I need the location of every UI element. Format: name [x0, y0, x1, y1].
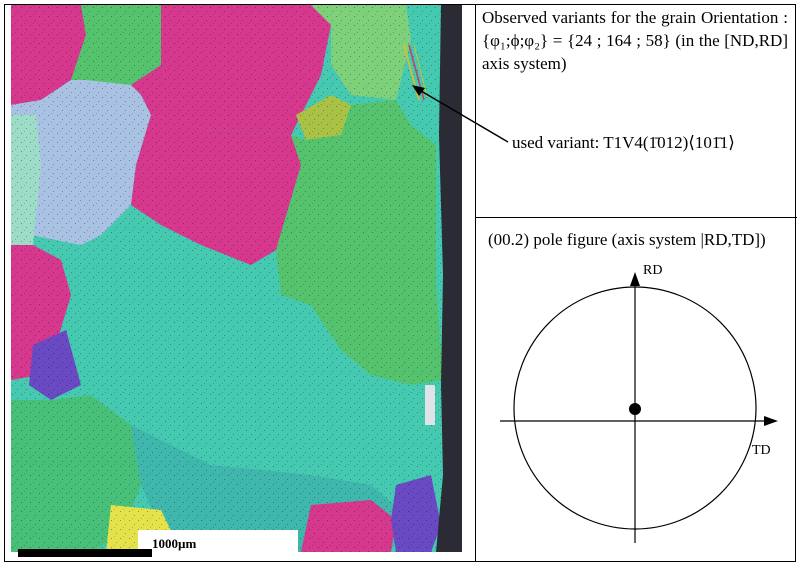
td-axis-label: TD: [752, 443, 771, 458]
observed-variants-text: Observed variants for the grain Orientat…: [482, 8, 788, 73]
used-variant-text: used variant: T1V4(1̄012)⟨101̄1⟩: [512, 133, 735, 152]
pole-figure: RD TD: [500, 263, 778, 543]
row-divider: [475, 217, 797, 218]
scale-bar-label: 1000µm: [152, 536, 197, 551]
pole-figure-title: (00.2) pole figure (axis system |RD,TD]): [488, 230, 766, 249]
column-divider: [475, 5, 476, 561]
rd-arrowhead: [630, 272, 640, 286]
pole-marker: [629, 403, 641, 415]
ebsd-orientation-map: [11, 5, 462, 552]
td-arrowhead: [764, 416, 778, 426]
scale-bar: [18, 549, 152, 557]
rd-axis-label: RD: [643, 263, 662, 278]
